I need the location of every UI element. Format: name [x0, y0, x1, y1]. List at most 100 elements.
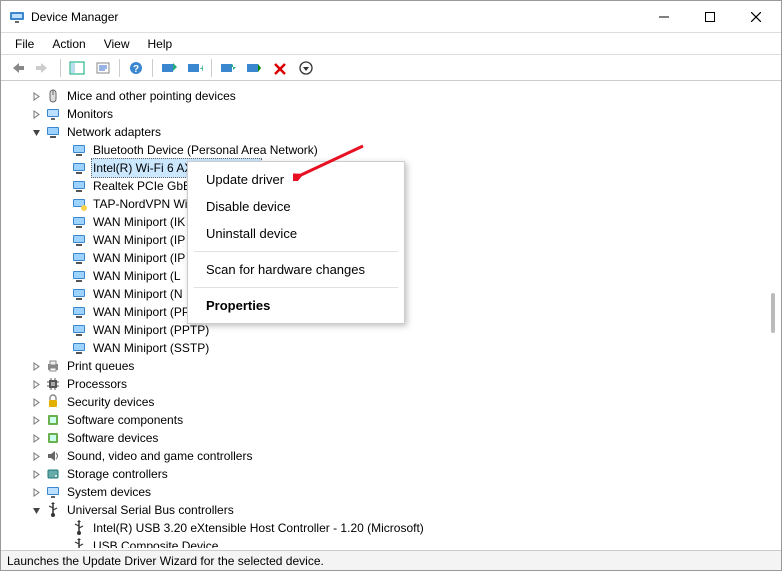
update-driver-toolbar-button[interactable]	[216, 57, 240, 79]
software-icon	[45, 412, 61, 428]
tree-node[interactable]: Intel(R) USB 3.20 eXtensible Host Contro…	[15, 519, 775, 537]
show-hide-console-tree-button[interactable]	[65, 57, 89, 79]
tree-node-label: Intel(R) USB 3.20 eXtensible Host Contro…	[91, 519, 426, 537]
tree-node[interactable]: WAN Miniport (SSTP)	[15, 339, 775, 357]
expander-none	[55, 161, 69, 175]
audio-icon	[45, 448, 61, 464]
minimize-button[interactable]	[641, 2, 687, 32]
expand-icon[interactable]	[29, 431, 43, 445]
tree-node-label: WAN Miniport (IP	[91, 231, 187, 249]
uninstall-device-toolbar-button[interactable]	[268, 57, 292, 79]
close-button[interactable]	[733, 2, 779, 32]
context-menu-item[interactable]: Uninstall device	[188, 220, 404, 247]
maximize-button[interactable]	[687, 2, 733, 32]
expander-none	[55, 269, 69, 283]
expand-icon[interactable]	[29, 89, 43, 103]
back-button[interactable]	[6, 57, 30, 79]
expand-icon[interactable]	[29, 395, 43, 409]
network-icon	[71, 304, 87, 320]
expander-none	[55, 305, 69, 319]
expander-none	[55, 521, 69, 535]
tree-node-label: Storage controllers	[65, 465, 170, 483]
tree-node-label: TAP-NordVPN Wi	[91, 195, 189, 213]
network-icon	[71, 250, 87, 266]
properties-toolbar-button[interactable]	[91, 57, 115, 79]
tree-node[interactable]: Sound, video and game controllers	[15, 447, 775, 465]
toolbar-separator	[211, 59, 212, 77]
tree-node-label: Universal Serial Bus controllers	[65, 501, 236, 519]
tree-node-label: WAN Miniport (IK	[91, 213, 187, 231]
tree-node-label: USB Composite Device	[91, 537, 220, 548]
menu-action[interactable]: Action	[44, 35, 93, 53]
expand-icon[interactable]	[29, 449, 43, 463]
context-menu-item[interactable]: Properties	[188, 292, 404, 319]
toolbar-separator	[119, 59, 120, 77]
context-menu-item[interactable]: Disable device	[188, 193, 404, 220]
expander-none	[55, 233, 69, 247]
tree-node-label: Mice and other pointing devices	[65, 87, 238, 105]
expand-icon[interactable]	[29, 377, 43, 391]
tree-node-label: Software devices	[65, 429, 160, 447]
security-icon	[45, 394, 61, 410]
tree-node[interactable]: System devices	[15, 483, 775, 501]
network-icon	[71, 214, 87, 230]
collapse-icon[interactable]	[29, 125, 43, 139]
network-icon	[71, 340, 87, 356]
tree-node-label: Realtek PCIe GbE	[91, 177, 193, 195]
help-toolbar-button[interactable]: ?	[124, 57, 148, 79]
tree-node-label: Bluetooth Device (Personal Area Network)	[91, 141, 320, 159]
tree-node[interactable]: Bluetooth Device (Personal Area Network)	[15, 141, 775, 159]
tree-node[interactable]: Mice and other pointing devices	[15, 87, 775, 105]
scrollbar-thumb[interactable]	[771, 293, 775, 333]
tree-node[interactable]: Software components	[15, 411, 775, 429]
context-menu-separator	[194, 287, 398, 288]
collapse-icon[interactable]	[29, 503, 43, 517]
usb-icon	[45, 502, 61, 518]
tree-node-label: Network adapters	[65, 123, 163, 141]
network-icon	[71, 178, 87, 194]
add-legacy-hardware-button[interactable]: +	[183, 57, 207, 79]
expander-none	[55, 179, 69, 193]
statusbar: Launches the Update Driver Wizard for th…	[1, 550, 781, 570]
tree-node[interactable]: Storage controllers	[15, 465, 775, 483]
expander-none	[55, 323, 69, 337]
disable-device-toolbar-button[interactable]	[242, 57, 266, 79]
expand-icon[interactable]	[29, 413, 43, 427]
tree-node-label: Sound, video and game controllers	[65, 447, 254, 465]
statusbar-text: Launches the Update Driver Wizard for th…	[7, 554, 324, 568]
tree-node[interactable]: Software devices	[15, 429, 775, 447]
usb-icon	[71, 538, 87, 548]
mouse-icon	[45, 88, 61, 104]
tree-node[interactable]: Processors	[15, 375, 775, 393]
context-menu-item[interactable]: Scan for hardware changes	[188, 256, 404, 283]
tree-node[interactable]: Print queues	[15, 357, 775, 375]
menu-file[interactable]: File	[7, 35, 42, 53]
window-title: Device Manager	[31, 10, 641, 24]
monitor-icon	[45, 106, 61, 122]
context-menu: Update driverDisable deviceUninstall dev…	[187, 161, 405, 324]
expander-none	[55, 251, 69, 265]
expander-none	[55, 215, 69, 229]
tree-node[interactable]: USB Composite Device	[15, 537, 775, 548]
expand-icon[interactable]	[29, 359, 43, 373]
context-menu-separator	[194, 251, 398, 252]
context-menu-item[interactable]: Update driver	[188, 166, 404, 193]
tree-node[interactable]: Network adapters	[15, 123, 775, 141]
tree-node[interactable]: Monitors	[15, 105, 775, 123]
menu-view[interactable]: View	[96, 35, 138, 53]
tree-node[interactable]: Universal Serial Bus controllers	[15, 501, 775, 519]
menu-help[interactable]: Help	[140, 35, 181, 53]
window-buttons	[641, 2, 779, 32]
cpu-icon	[45, 376, 61, 392]
forward-button[interactable]	[32, 57, 56, 79]
tap-icon	[71, 196, 87, 212]
expander-none	[55, 197, 69, 211]
expand-icon[interactable]	[29, 107, 43, 121]
expand-icon[interactable]	[29, 485, 43, 499]
expand-icon[interactable]	[29, 467, 43, 481]
more-actions-button[interactable]	[294, 57, 318, 79]
tree-node[interactable]: Security devices	[15, 393, 775, 411]
toolbar: ? +	[1, 55, 781, 81]
scan-hardware-button[interactable]	[157, 57, 181, 79]
titlebar: Device Manager	[1, 1, 781, 33]
